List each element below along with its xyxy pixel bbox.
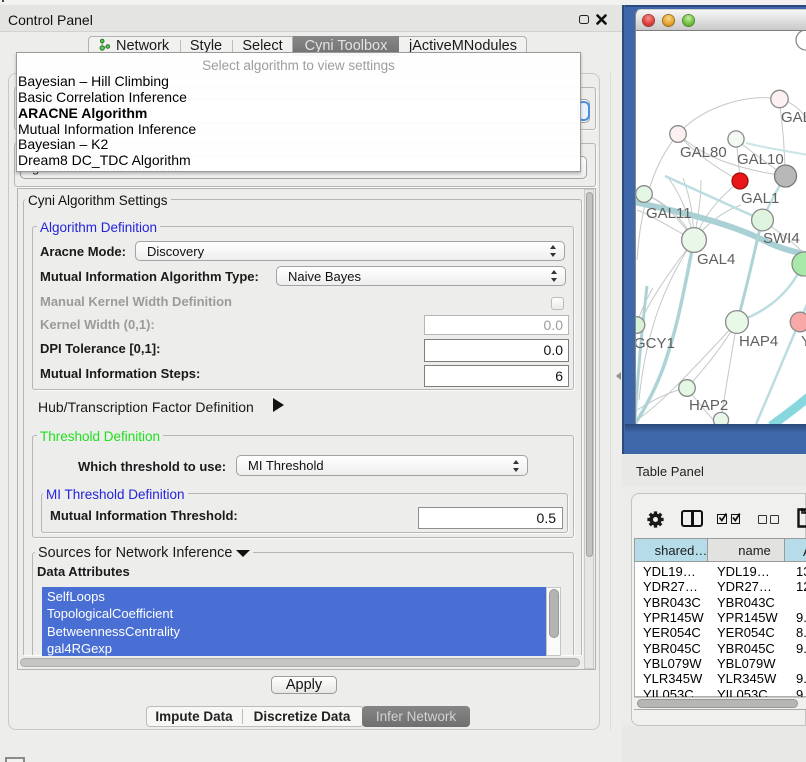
svg-text:Y: Y xyxy=(801,333,806,350)
svg-text:GAL4: GAL4 xyxy=(697,251,735,268)
svg-text:GAL80: GAL80 xyxy=(680,144,727,161)
svg-text:HAP2: HAP2 xyxy=(689,397,728,414)
svg-text:GAL1: GAL1 xyxy=(741,190,779,207)
svg-text:SWI4: SWI4 xyxy=(763,230,800,247)
svg-text:HAP4: HAP4 xyxy=(739,333,778,350)
svg-text:GCY1: GCY1 xyxy=(636,335,675,352)
svg-text:GAL11: GAL11 xyxy=(646,205,692,222)
svg-text:GAL7: GAL7 xyxy=(781,109,806,126)
svg-text:GAL10: GAL10 xyxy=(737,151,784,168)
